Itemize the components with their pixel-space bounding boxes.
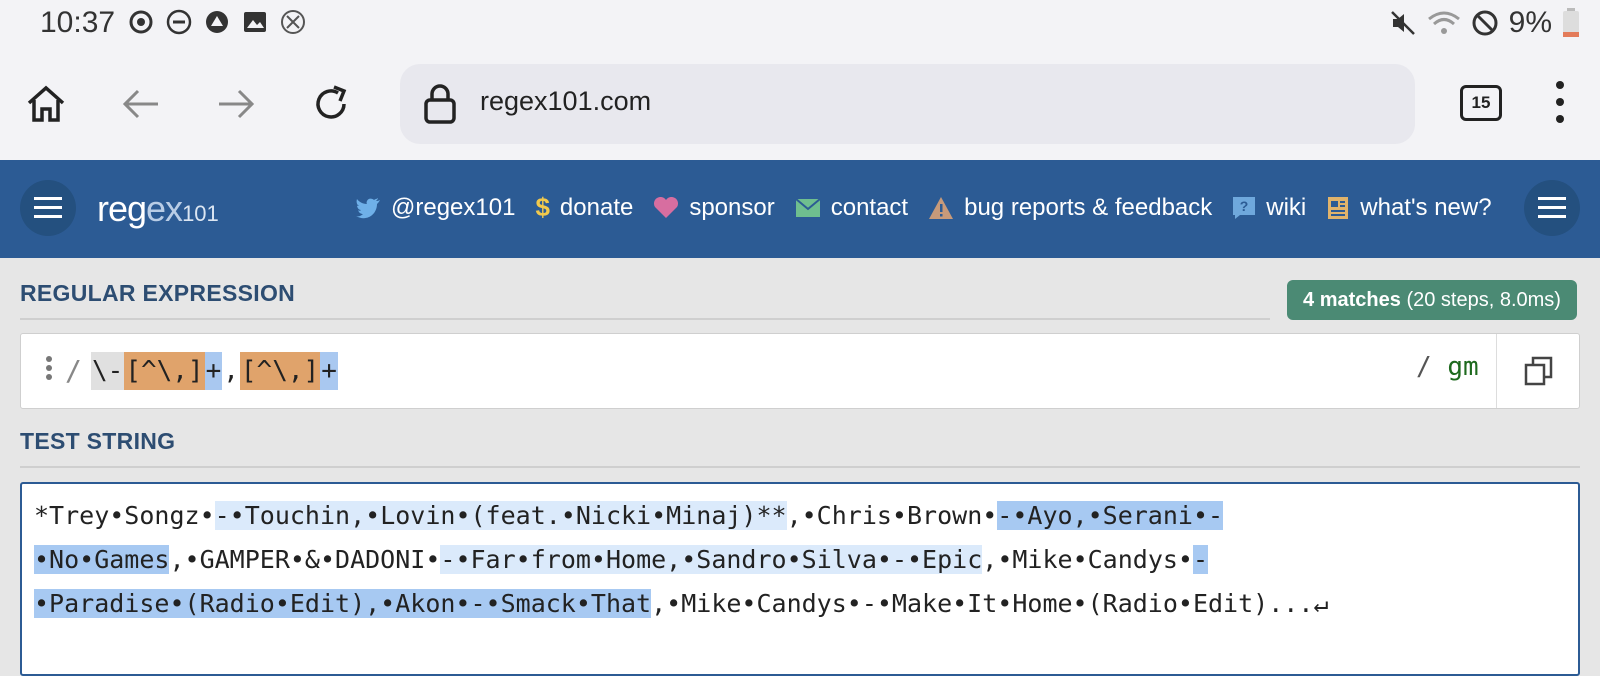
test-string-text[interactable]: *Trey•Songz•-•Touchin,•Lovin•(feat.•Nick… <box>34 494 1564 626</box>
regex-token-quantifier: + <box>320 352 338 390</box>
nav-contact[interactable]: contact <box>795 194 908 222</box>
regex-input[interactable]: \- [^\,] + , [^\,] + <box>91 352 338 390</box>
twitter-icon <box>356 197 380 218</box>
nav-donate[interactable]: $ donate <box>535 192 633 223</box>
nav-whats-new-label: what's new? <box>1360 193 1492 221</box>
regex-token-charset: [^\,] <box>124 352 205 390</box>
regex-delimiter-close: / <box>1416 352 1432 382</box>
heart-icon <box>654 196 679 218</box>
warning-icon <box>929 196 954 219</box>
x-circle-icon <box>281 10 305 34</box>
help-icon: ? <box>1233 196 1256 219</box>
nav-twitter[interactable]: @regex101 <box>355 194 515 222</box>
status-right: 9% <box>1389 6 1580 40</box>
regex-flag-text: gm <box>1447 352 1479 382</box>
logo-ex: ex <box>146 188 183 229</box>
back-button[interactable] <box>115 78 167 130</box>
test-string-editor[interactable]: *Trey•Songz•-•Touchin,•Lovin•(feat.•Nick… <box>20 482 1580 676</box>
match-detail: (20 steps, 8.0ms) <box>1406 289 1561 311</box>
nav-bug-reports[interactable]: bug reports & feedback <box>928 194 1212 222</box>
status-icons <box>127 8 307 36</box>
nav-sponsor-label: sponsor <box>689 193 775 221</box>
status-time: 10:37 <box>40 6 116 39</box>
regex-delimiter-open: / <box>65 354 82 387</box>
forward-button[interactable] <box>210 78 262 130</box>
match-highlight: -•Touchin,•Lovin•(feat.•Nicki•Minaj)** <box>214 501 787 530</box>
reload-button[interactable] <box>305 78 357 130</box>
regex-token-escape: \- <box>91 352 125 390</box>
svg-text:?: ? <box>1240 198 1249 214</box>
header-nav: @regex101 $ donate sponsor contact bug r… <box>355 192 1512 223</box>
mute-icon <box>1390 11 1415 35</box>
nav-contact-label: contact <box>830 193 909 221</box>
blocked-icon <box>1472 10 1498 36</box>
copy-icon <box>1524 356 1552 386</box>
regex101-logo[interactable]: regex101 <box>97 188 219 230</box>
sync-icon <box>129 10 153 34</box>
news-icon <box>1328 196 1349 219</box>
logo-num: 101 <box>182 201 219 226</box>
regex-token-literal: , <box>223 356 239 386</box>
nav-donate-label: donate <box>559 193 634 221</box>
mail-icon <box>795 197 821 217</box>
copy-regex-button[interactable] <box>1496 334 1580 408</box>
dollar-icon: $ <box>535 192 550 222</box>
nav-wiki-label: wiki <box>1266 193 1307 221</box>
text-segment: *Trey•Songz• <box>34 501 215 530</box>
battery-percent: 9% <box>1508 6 1552 39</box>
hamburger-icon <box>34 197 62 218</box>
regex-editor[interactable]: / \- [^\,] + , [^\,] + / gm <box>20 333 1580 409</box>
regex-token-charset: [^\,] <box>239 352 321 390</box>
text-segment: ,•GAMPER•&•DADONI• <box>169 545 441 574</box>
left-menu-button[interactable] <box>20 180 76 236</box>
divider <box>20 318 1270 320</box>
match-count: 4 matches <box>1303 289 1401 311</box>
hamburger-icon <box>1538 197 1566 218</box>
match-highlight: -•Far•from•Home,•Sandro•Silva•-•Epic <box>440 545 983 574</box>
nav-bug-reports-label: bug reports & feedback <box>964 193 1213 221</box>
regex-flags[interactable]: / gm <box>1416 352 1479 382</box>
dnd-icon <box>166 9 192 35</box>
arrow-right-icon <box>219 89 255 119</box>
test-section-title: TEST STRING <box>20 428 176 454</box>
divider <box>20 466 1580 468</box>
nav-wiki[interactable]: ? wiki <box>1232 194 1306 222</box>
match-info-badge: 4 matches (20 steps, 8.0ms) <box>1287 280 1577 320</box>
nav-twitter-label: @regex101 <box>391 193 516 221</box>
status-bar: 10:37 9% <box>0 0 1600 50</box>
arrow-left-icon <box>122 89 158 119</box>
tab-count-button[interactable]: 15 <box>1460 85 1502 121</box>
more-vert-icon <box>1556 81 1564 123</box>
drag-handle-icon[interactable] <box>45 356 53 382</box>
regex-token-quantifier: + <box>204 352 223 390</box>
text-segment: ,•Chris•Brown• <box>786 501 998 530</box>
regex-section-title: REGULAR EXPRESSION <box>20 280 296 306</box>
home-button[interactable] <box>20 78 72 130</box>
browser-toolbar: regex101.com 15 <box>0 50 1600 160</box>
text-segment: ,•Mike•Candys•-•Make•It•Home•(Radio•Edit… <box>651 589 1329 618</box>
test-section-header: TEST STRING <box>20 428 1580 468</box>
nav-whats-new[interactable]: what's new? <box>1326 193 1492 222</box>
text-segment: ,•Mike•Candys• <box>982 545 1193 574</box>
image-icon <box>244 12 266 32</box>
site-header: regex101 @regex101 $ donate sponsor cont… <box>0 160 1600 258</box>
url-text: regex101.com <box>480 86 652 116</box>
app-icon <box>206 11 228 33</box>
nav-sponsor[interactable]: sponsor <box>653 193 775 222</box>
wifi-icon <box>1427 11 1460 34</box>
reload-icon <box>316 85 347 119</box>
battery-icon <box>1563 8 1579 37</box>
browser-menu-button[interactable] <box>1555 80 1565 129</box>
lock-icon <box>424 84 456 124</box>
right-menu-button[interactable] <box>1524 180 1580 236</box>
address-bar[interactable]: regex101.com <box>400 64 1415 144</box>
home-icon <box>27 85 65 122</box>
logo-reg: reg <box>97 188 147 229</box>
